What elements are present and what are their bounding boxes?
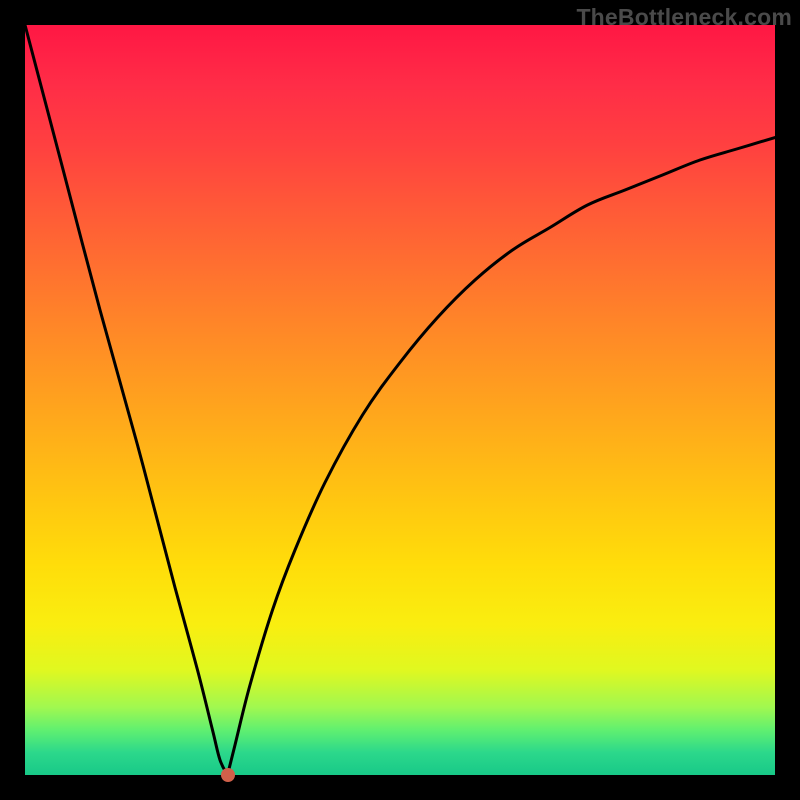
watermark-label: TheBottleneck.com: [576, 4, 792, 31]
bottleneck-curve: [25, 25, 775, 775]
chart-container: TheBottleneck.com: [0, 0, 800, 800]
plot-area: [25, 25, 775, 775]
curve-path: [25, 25, 775, 775]
minimum-marker: [221, 768, 235, 782]
